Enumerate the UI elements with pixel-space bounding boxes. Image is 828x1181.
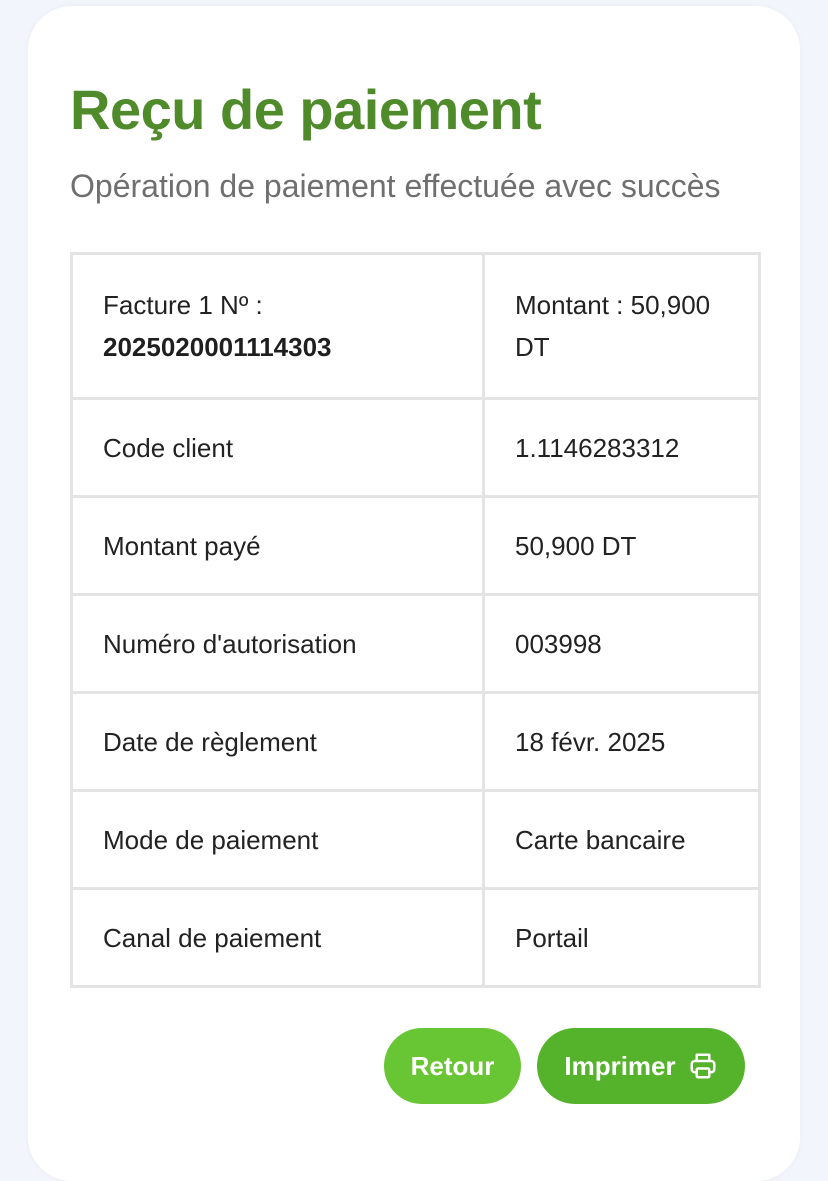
row-value: Carte bancaire <box>482 789 761 890</box>
page-title: Reçu de paiement <box>70 78 542 141</box>
table-row: Code client 1.1146283312 <box>70 397 761 498</box>
back-button-label: Retour <box>410 1050 495 1081</box>
row-label: Montant payé <box>70 495 485 596</box>
page-subtitle: Opération de paiement effectuée avec suc… <box>70 168 721 204</box>
receipt-table: Facture 1 Nº : 2025020001114303 Montant … <box>70 252 761 988</box>
row-value: Portail <box>482 887 761 988</box>
action-buttons: Retour Imprimer <box>384 1028 745 1104</box>
print-button[interactable]: Imprimer <box>537 1028 745 1104</box>
invoice-label: Facture 1 Nº : <box>103 290 263 320</box>
table-row: Montant payé 50,900 DT <box>70 495 761 596</box>
invoice-row: Facture 1 Nº : 2025020001114303 Montant … <box>70 252 761 400</box>
row-value: 003998 <box>482 593 761 694</box>
row-label: Date de règlement <box>70 691 485 792</box>
invoice-number: 2025020001114303 <box>103 332 332 362</box>
table-row: Numéro d'autorisation 003998 <box>70 593 761 694</box>
printer-icon <box>688 1051 718 1081</box>
row-label: Canal de paiement <box>70 887 485 988</box>
row-value: 1.1146283312 <box>482 397 761 498</box>
receipt-card: Reçu de paiement Opération de paiement e… <box>28 6 800 1181</box>
row-label: Code client <box>70 397 485 498</box>
table-row: Canal de paiement Portail <box>70 887 761 988</box>
row-label: Mode de paiement <box>70 789 485 890</box>
table-row: Mode de paiement Carte bancaire <box>70 789 761 890</box>
table-row: Date de règlement 18 févr. 2025 <box>70 691 761 792</box>
row-value: 50,900 DT <box>482 495 761 596</box>
invoice-cell: Facture 1 Nº : 2025020001114303 <box>70 252 485 400</box>
row-label: Numéro d'autorisation <box>70 593 485 694</box>
print-button-label: Imprimer <box>564 1050 676 1081</box>
back-button[interactable]: Retour <box>384 1028 521 1104</box>
invoice-amount: Montant : 50,900 DT <box>482 252 761 400</box>
row-value: 18 févr. 2025 <box>482 691 761 792</box>
